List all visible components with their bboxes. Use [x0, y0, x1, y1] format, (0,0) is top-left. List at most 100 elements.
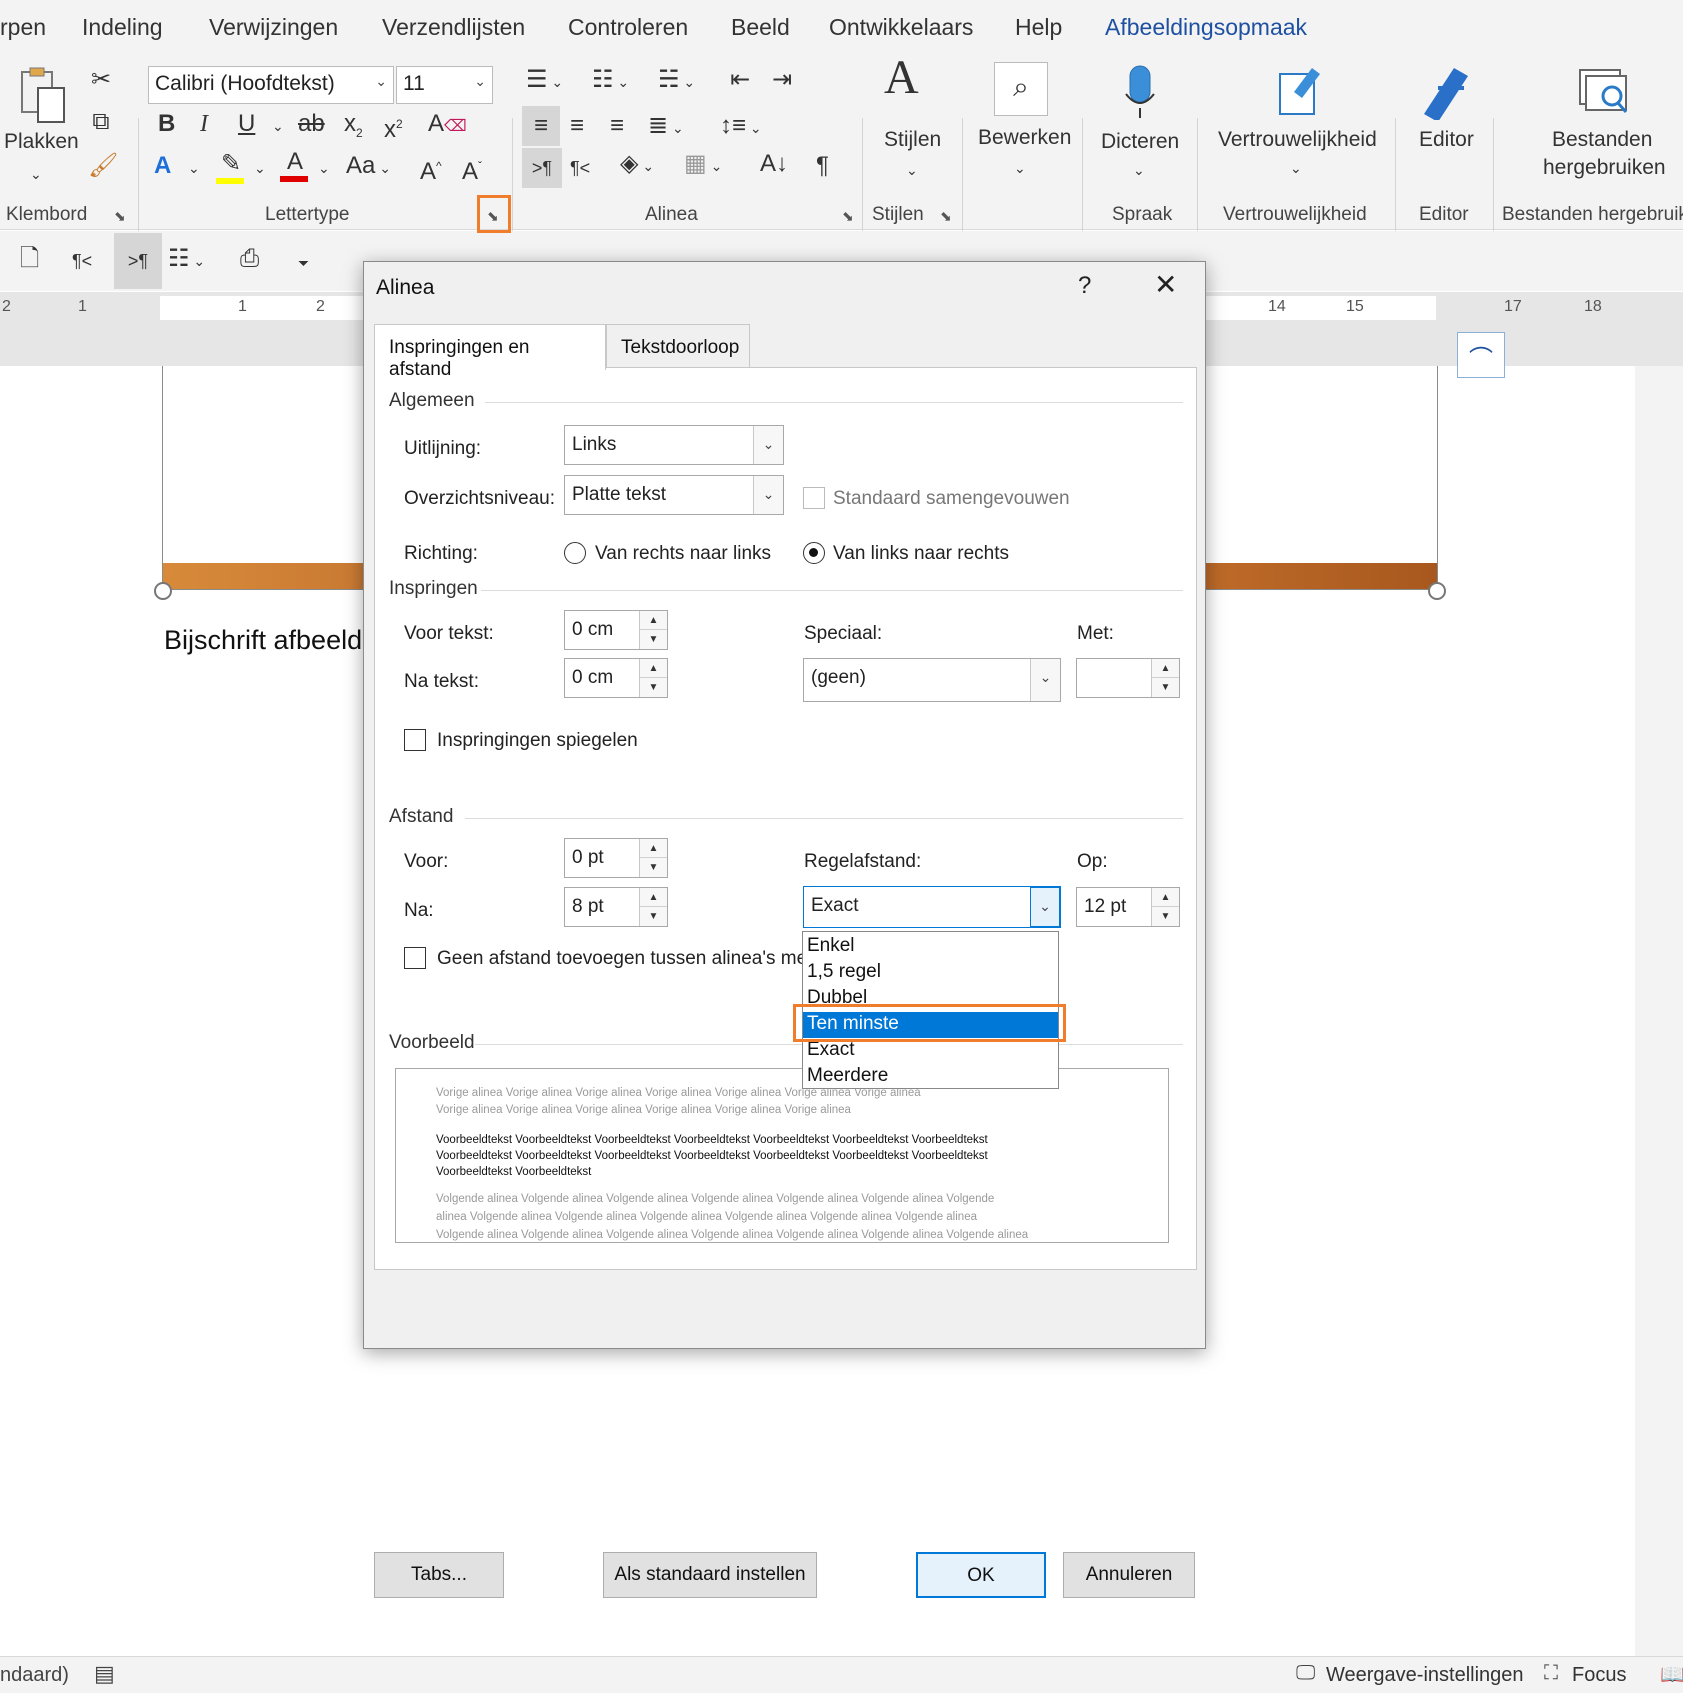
tab-verzendlijsten[interactable]: Verzendlijsten [382, 14, 525, 41]
paste-icon[interactable] [14, 66, 70, 126]
bold-icon[interactable]: B [158, 110, 175, 138]
increase-indent-icon[interactable]: ⇥ [772, 66, 792, 94]
align-right-icon[interactable]: ≡ [610, 112, 624, 140]
editor-label[interactable]: Editor [1419, 128, 1474, 152]
cut-icon[interactable]: ✂ [88, 66, 114, 94]
print-preview-icon[interactable]: ⎙ [240, 245, 259, 273]
cancel-button[interactable]: Annuleren [1063, 1552, 1195, 1598]
tab-indeling[interactable]: Indeling [82, 14, 163, 41]
rtl-icon[interactable]: ¶< [570, 154, 590, 182]
editing-label[interactable]: Bewerken [978, 126, 1071, 150]
view-settings-label[interactable]: Weergave-instellingen [1326, 1664, 1524, 1687]
rtl-radio[interactable] [564, 542, 586, 564]
ltr-radio[interactable] [803, 542, 825, 564]
highlight-color-icon[interactable]: ✎ [216, 150, 246, 184]
italic-icon[interactable]: I [200, 110, 208, 138]
tab-beeld[interactable]: Beeld [731, 14, 790, 41]
spinner[interactable]: ▲ ▼ [639, 659, 667, 697]
ltr-quick-icon[interactable]: >¶ [114, 233, 162, 289]
ok-button[interactable]: OK [916, 1552, 1046, 1598]
paragraph-launcher-icon[interactable]: ⬊ [842, 208, 854, 225]
tab-indents-spacing[interactable]: Inspringingen en afstand [374, 324, 606, 380]
align-center-icon[interactable]: ≡ [570, 112, 584, 140]
indent-before-input[interactable]: 0 cm ▲ ▼ [564, 610, 668, 650]
change-case-icon[interactable]: Aa ⌄ [346, 152, 391, 182]
grow-font-icon[interactable]: A^ [420, 152, 442, 186]
font-name-combo[interactable]: Calibri (Hoofdtekst) ⌄ [148, 66, 394, 104]
sensitivity-dropdown-icon[interactable]: ⌄ [1290, 154, 1302, 182]
shrink-font-icon[interactable]: Aˇ [462, 152, 482, 186]
dictate-label[interactable]: Dicteren [1101, 130, 1179, 154]
customize-qat-icon[interactable]: ⏷ [298, 249, 309, 277]
status-language[interactable]: ndaard) [0, 1664, 69, 1687]
resize-handle[interactable] [154, 582, 172, 600]
line-spacing-option[interactable]: Enkel [803, 934, 1058, 960]
sensitivity-label[interactable]: Vertrouwelijkheid [1218, 128, 1377, 152]
line-spacing-option[interactable]: 1,5 regel [803, 960, 1058, 986]
accessibility-icon[interactable]: ▤ [94, 1661, 115, 1687]
view-settings-icon[interactable]: 🖵 [1296, 1662, 1315, 1685]
sensitivity-icon[interactable] [1276, 62, 1326, 125]
format-painter-icon[interactable]: 🖌 [88, 152, 118, 180]
space-before-input[interactable]: 0 pt ▲ ▼ [564, 838, 668, 878]
spinner[interactable]: ▲ ▼ [639, 839, 667, 877]
mirror-indents-checkbox[interactable] [404, 729, 426, 751]
clear-formatting-icon[interactable]: A⌫ [428, 110, 467, 141]
highlight-dropdown-icon[interactable]: ⌄ [254, 154, 266, 182]
collapsed-checkbox[interactable] [803, 487, 825, 509]
tabs-button[interactable]: Tabs... [374, 1552, 504, 1598]
spinner[interactable]: ▲ ▼ [639, 888, 667, 926]
outline-level-select[interactable]: Platte tekst ⌄ [564, 475, 784, 515]
tab-help[interactable]: Help [1015, 14, 1062, 41]
search-icon[interactable]: ⌕ [994, 62, 1048, 116]
reuse-files-icon[interactable] [1576, 66, 1632, 123]
styles-icon[interactable]: A [884, 54, 919, 102]
indent-after-input[interactable]: 0 cm ▲ ▼ [564, 658, 668, 698]
borders-icon[interactable]: ▦ ⌄ [684, 150, 722, 180]
shading-icon[interactable]: ◈ ⌄ [620, 150, 654, 180]
alignment-select[interactable]: Links ⌄ [564, 425, 784, 465]
underline-dropdown-icon[interactable]: ⌄ [272, 112, 284, 140]
spinner[interactable]: ▲ ▼ [1151, 659, 1179, 697]
tab-line-page-breaks[interactable]: Tekstdoorloop [606, 324, 750, 368]
tab-controleren[interactable]: Controleren [568, 14, 688, 41]
line-spacing-select[interactable]: Exact ⌄ [803, 886, 1061, 928]
text-effects-dropdown-icon[interactable]: ⌄ [188, 154, 200, 182]
font-color-icon[interactable]: A [280, 148, 310, 182]
spinner[interactable]: ▲ ▼ [1151, 888, 1179, 926]
subscript-icon[interactable]: x2 [344, 110, 363, 147]
space-after-input[interactable]: 8 pt ▲ ▼ [564, 887, 668, 927]
editor-icon[interactable] [1418, 62, 1474, 127]
reuse-files-label-1[interactable]: Bestanden [1552, 128, 1652, 152]
at-input[interactable]: 12 pt ▲ ▼ [1076, 887, 1180, 927]
list-quick-icon[interactable]: ☷ ⌄ [168, 245, 205, 275]
tab-ontwikkelaars[interactable]: Ontwikkelaars [829, 14, 973, 41]
focus-icon[interactable]: ⛶ [1544, 1662, 1558, 1685]
numbering-icon[interactable]: ☷ ⌄ [592, 66, 629, 96]
decrease-indent-icon[interactable]: ⇤ [730, 66, 750, 94]
styles-dropdown-icon[interactable]: ⌄ [906, 156, 918, 184]
styles-launcher-icon[interactable]: ⬊ [940, 208, 952, 225]
ltr-icon[interactable]: >¶ [522, 148, 562, 188]
layout-options-icon[interactable]: ⌒ [1457, 332, 1505, 378]
resize-handle[interactable] [1428, 582, 1446, 600]
microphone-icon[interactable] [1122, 62, 1160, 129]
image-caption[interactable]: Bijschrift afbeeld [164, 625, 362, 656]
strikethrough-icon[interactable]: ab [298, 110, 325, 138]
line-spacing-icon[interactable]: ↕≡ ⌄ [720, 112, 762, 142]
by-input[interactable]: ▲ ▼ [1076, 658, 1180, 698]
line-spacing-option[interactable]: Meerdere [803, 1064, 1058, 1090]
dictate-dropdown-icon[interactable]: ⌄ [1133, 156, 1145, 184]
align-left-icon[interactable]: ≡ [522, 106, 560, 146]
focus-label[interactable]: Focus [1572, 1664, 1626, 1687]
superscript-icon[interactable]: x2 [384, 110, 403, 144]
help-button[interactable]: ? [1078, 272, 1091, 300]
underline-icon[interactable]: U [238, 110, 255, 138]
sort-icon[interactable]: A↓ [760, 150, 788, 178]
reuse-files-label-2[interactable]: hergebruiken [1543, 156, 1666, 180]
paste-dropdown-icon[interactable]: ⌄ [30, 160, 42, 188]
font-size-combo[interactable]: 11 ⌄ [396, 66, 493, 104]
editing-dropdown-icon[interactable]: ⌄ [1014, 154, 1026, 182]
set-default-button[interactable]: Als standaard instellen [603, 1552, 817, 1598]
text-effects-icon[interactable]: A [154, 152, 171, 180]
